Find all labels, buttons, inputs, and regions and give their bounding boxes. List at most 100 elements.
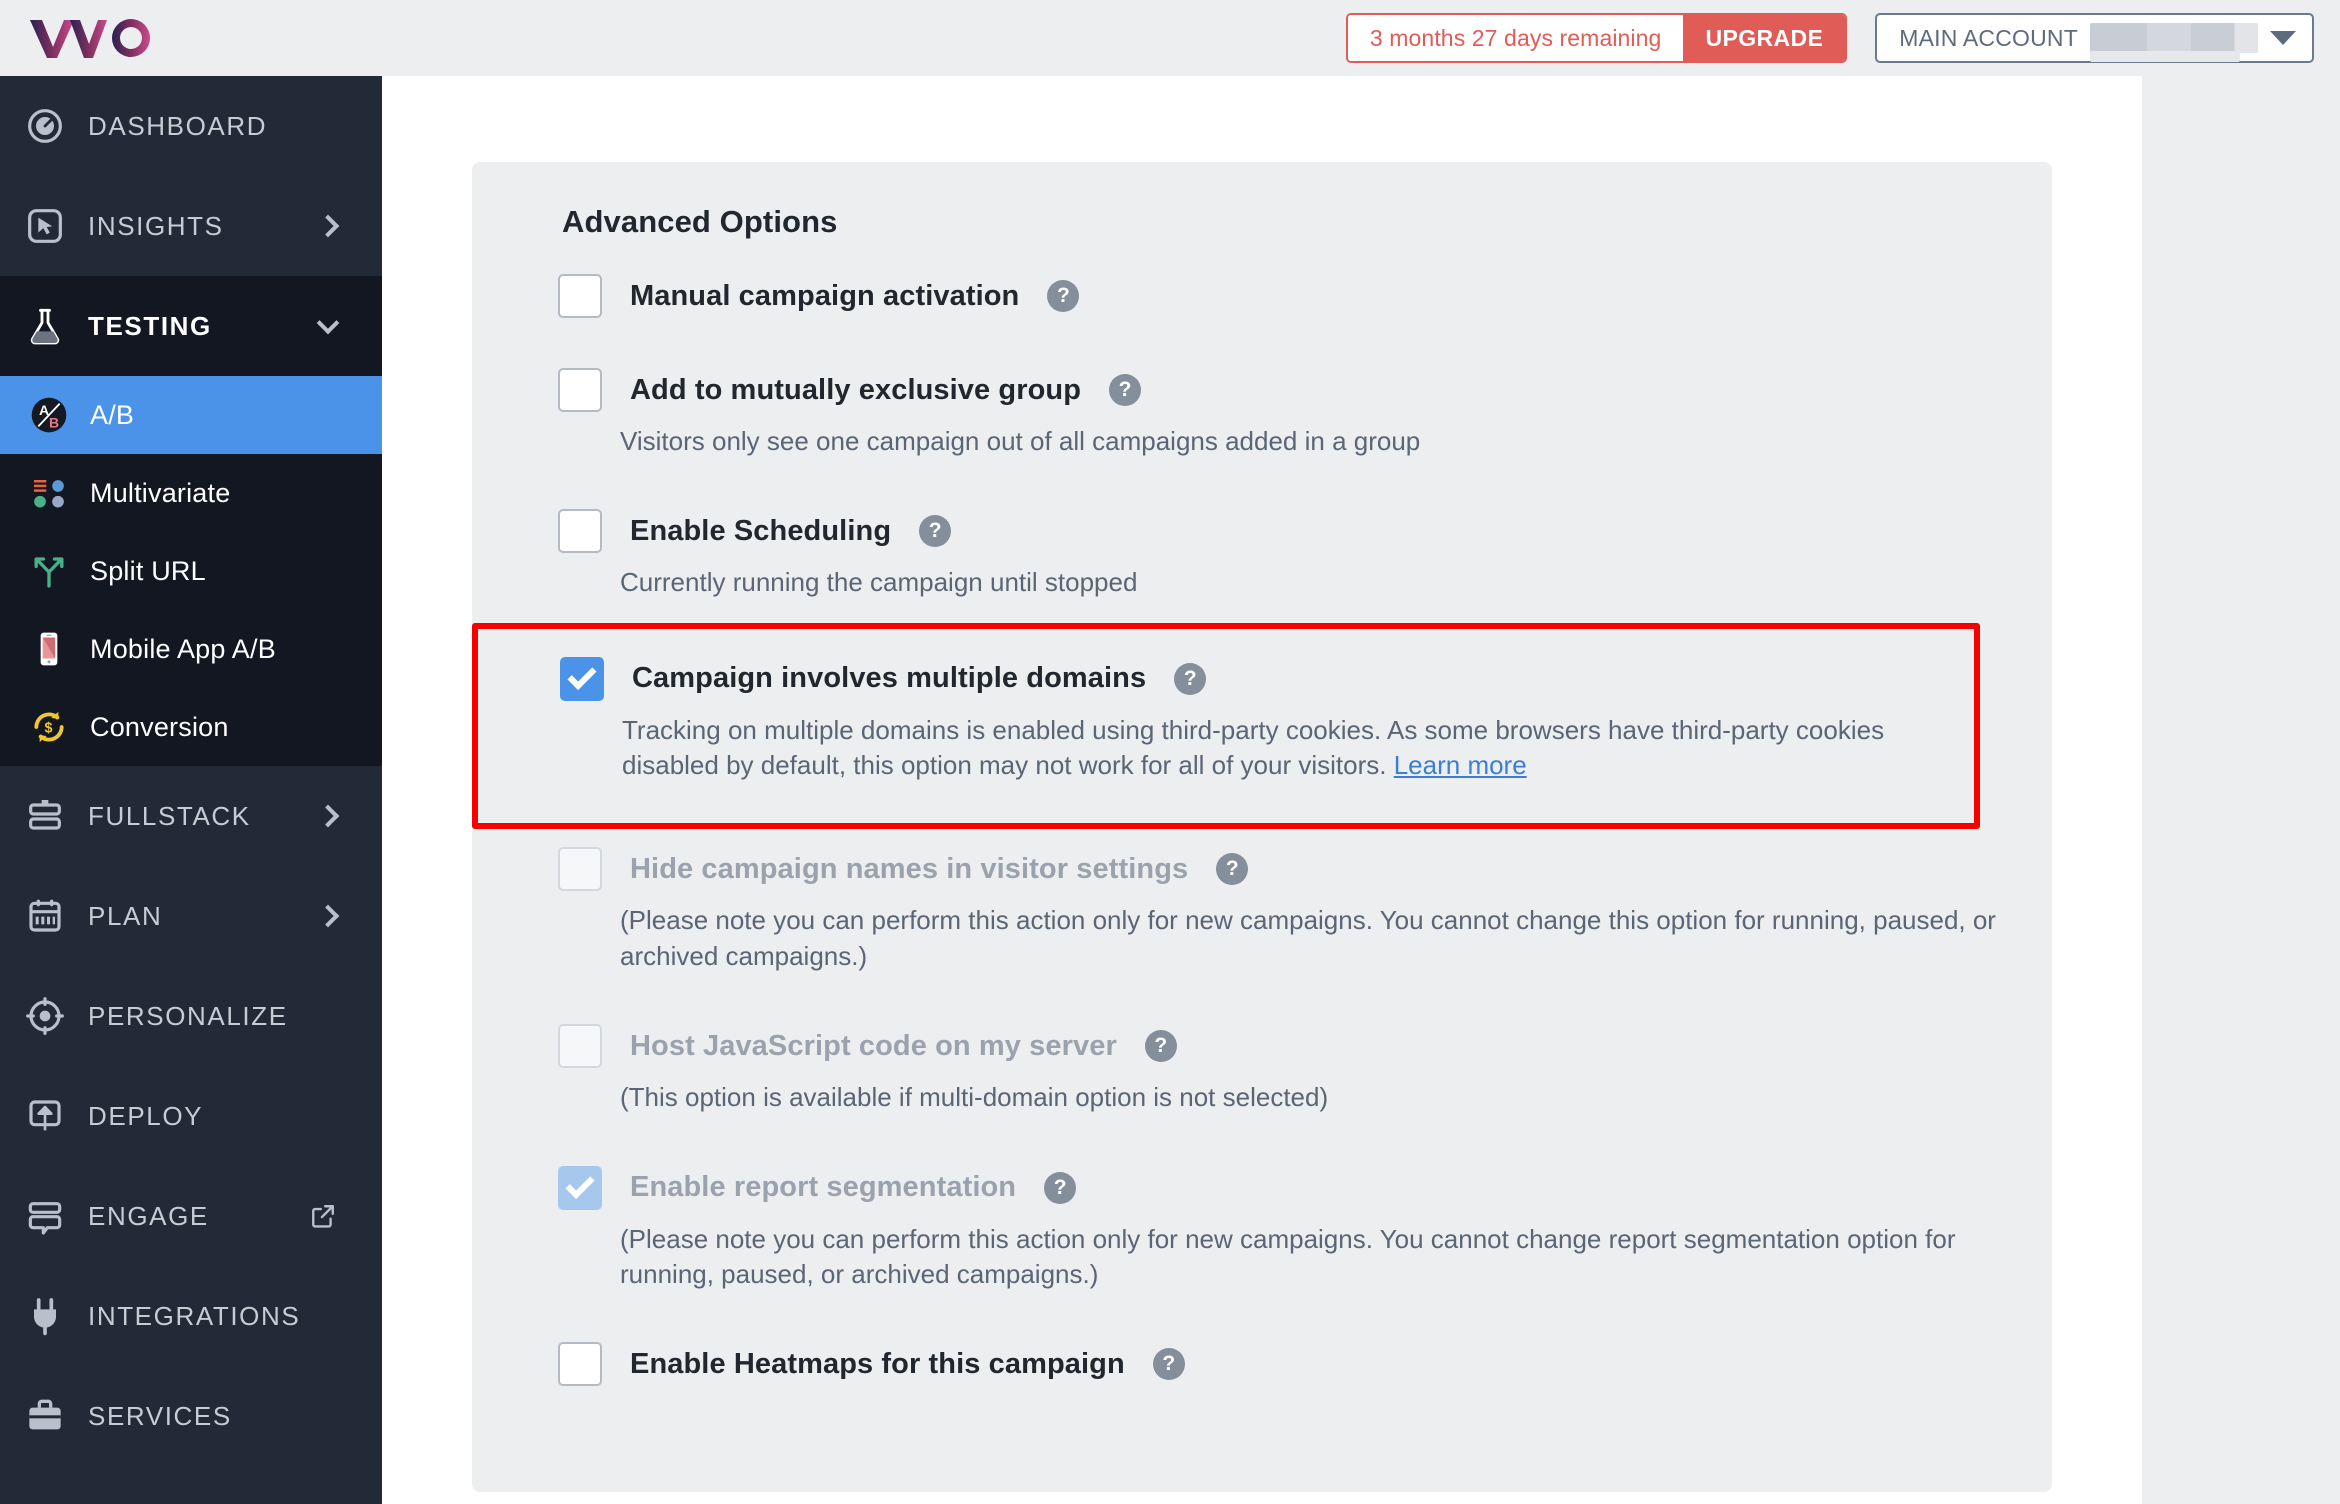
top-bar: 3 months 27 days remaining UPGRADE MAIN … [0, 0, 2340, 76]
help-icon[interactable]: ? [1047, 280, 1080, 312]
upgrade-button[interactable]: UPGRADE [1683, 15, 1846, 61]
sidebar-item-label: INSIGHTS [88, 210, 224, 241]
checkbox-enable-heatmaps[interactable] [558, 1342, 602, 1387]
sidebar-item-label: FULLSTACK [88, 800, 251, 831]
option-description: Currently running the campaign until sto… [620, 567, 1138, 598]
sidebar-item-label: INTEGRATIONS [88, 1300, 301, 1331]
help-icon[interactable]: ? [919, 515, 952, 548]
calendar-icon [24, 895, 66, 937]
option-label: Host JavaScript code on my server [630, 1029, 1117, 1062]
account-selector[interactable]: MAIN ACCOUNT [1875, 13, 2314, 63]
sidebar-item-label: Conversion [90, 711, 229, 742]
sidebar-item-multivariate[interactable]: Multivariate [0, 454, 382, 532]
split-url-icon [28, 550, 70, 592]
sidebar-item-mobile-app-ab[interactable]: Mobile App A/B [0, 610, 382, 688]
option-label: Enable report segmentation [630, 1171, 1017, 1204]
option-manual-campaign-activation: Manual campaign activation ? [558, 274, 2052, 328]
sidebar-item-services[interactable]: SERVICES [0, 1366, 382, 1466]
sidebar-item-plan[interactable]: PLAN [0, 866, 382, 966]
mobile-phone-icon [28, 628, 70, 670]
option-hide-campaign-names: Hide campaign names in visitor settings … [558, 847, 2052, 984]
fullstack-icon [24, 795, 66, 837]
options-list: Manual campaign activation ? Add to mutu… [472, 240, 2052, 1396]
page-title: Advanced Options [562, 204, 838, 239]
sidebar-item-dashboard[interactable]: DASHBOARD [0, 76, 382, 176]
sidebar-item-label: Mobile App A/B [90, 633, 276, 664]
option-multiple-domains: Campaign involves multiple domains ? Tra… [560, 656, 1974, 794]
deploy-icon [24, 1095, 66, 1137]
checkbox-mutually-exclusive-group[interactable] [558, 368, 602, 412]
engage-icon [24, 1195, 66, 1237]
option-label: Enable Heatmaps for this campaign [630, 1347, 1125, 1380]
help-icon[interactable]: ? [1152, 1348, 1185, 1381]
sidebar-section-testing: TESTING AB A/B Multivariate Split URL Mo… [0, 276, 382, 766]
option-host-javascript: Host JavaScript code on my server ? (Thi… [558, 1024, 2052, 1125]
top-bar-right: 3 months 27 days remaining UPGRADE MAIN … [1345, 13, 2340, 63]
account-name-redacted [2090, 23, 2258, 62]
sidebar-item-personalize[interactable]: PERSONALIZE [0, 966, 382, 1066]
briefcase-icon [24, 1395, 66, 1437]
help-icon[interactable]: ? [1216, 853, 1249, 886]
insights-icon [24, 205, 66, 247]
multivariate-icon [28, 472, 70, 514]
sidebar-item-integrations[interactable]: INTEGRATIONS [0, 1266, 382, 1366]
sidebar-item-label: Multivariate [90, 477, 231, 508]
vwo-logo-icon [30, 19, 150, 58]
sidebar-item-deploy[interactable]: DEPLOY [0, 1066, 382, 1166]
option-description: (This option is available if multi-domai… [620, 1082, 1329, 1113]
checkbox-hide-campaign-names[interactable] [558, 847, 602, 892]
chevron-right-icon [316, 804, 340, 828]
external-link-icon [310, 1203, 336, 1229]
sidebar-item-label: A/B [90, 399, 135, 430]
option-description: Visitors only see one campaign out of al… [620, 426, 1421, 456]
sidebar-item-label: DEPLOY [88, 1100, 204, 1131]
sidebar-item-ab[interactable]: AB A/B [0, 376, 382, 454]
sidebar-item-label: DASHBOARD [88, 110, 268, 141]
chevron-down-icon [2270, 31, 2296, 45]
option-description: (Please note you can perform this action… [620, 905, 1996, 971]
advanced-options-header[interactable]: Advanced Options [472, 162, 2052, 240]
help-icon[interactable]: ? [1174, 662, 1207, 695]
checkbox-host-javascript[interactable] [558, 1024, 602, 1069]
sidebar-item-split-url[interactable]: Split URL [0, 532, 382, 610]
conversion-icon: $ [28, 706, 70, 748]
option-label: Manual campaign activation [630, 279, 1020, 312]
dashboard-icon [24, 105, 66, 147]
help-icon[interactable]: ? [1144, 1030, 1177, 1063]
sidebar: DASHBOARD INSIGHTS TESTING AB A/B Multiv… [0, 76, 382, 1504]
option-description: (Please note you can perform this action… [620, 1223, 1956, 1289]
sidebar-item-insights[interactable]: INSIGHTS [0, 176, 382, 276]
svg-text:B: B [49, 414, 59, 430]
sidebar-item-label: ENGAGE [88, 1200, 209, 1231]
help-icon[interactable]: ? [1044, 1171, 1077, 1204]
chevron-down-icon [316, 311, 340, 335]
sidebar-item-label: TESTING [88, 310, 212, 341]
option-description-text: Tracking on multiple domains is enabled … [622, 714, 1885, 781]
option-mutually-exclusive-group: Add to mutually exclusive group ? Visito… [558, 368, 2052, 469]
checkbox-manual-campaign-activation[interactable] [558, 274, 602, 318]
checkbox-multiple-domains[interactable] [560, 656, 604, 701]
option-report-segmentation: Enable report segmentation ? (Please not… [558, 1165, 2052, 1303]
trial-remaining-text: 3 months 27 days remaining [1347, 15, 1684, 61]
advanced-options-panel: Advanced Options Manual campaign activat… [472, 162, 2052, 1492]
checkbox-enable-scheduling[interactable] [558, 509, 602, 554]
sidebar-item-testing[interactable]: TESTING [0, 276, 382, 376]
help-icon[interactable]: ? [1109, 374, 1142, 406]
option-enable-scheduling: Enable Scheduling ? Currently running th… [558, 509, 2052, 610]
sidebar-item-label: Split URL [90, 555, 206, 586]
sidebar-item-conversion[interactable]: $ Conversion [0, 688, 382, 766]
ab-test-icon: AB [28, 394, 70, 436]
svg-text:$: $ [45, 721, 53, 737]
option-label: Enable Scheduling [630, 514, 892, 547]
sidebar-item-engage[interactable]: ENGAGE [0, 1166, 382, 1266]
learn-more-link[interactable]: Learn more [1394, 750, 1527, 780]
option-enable-heatmaps: Enable Heatmaps for this campaign ? [558, 1342, 2052, 1396]
vwo-logo[interactable] [0, 0, 382, 76]
sidebar-item-fullstack[interactable]: FULLSTACK [0, 766, 382, 866]
option-label: Campaign involves multiple domains [632, 662, 1147, 695]
account-label: MAIN ACCOUNT [1899, 24, 2078, 51]
checkbox-report-segmentation[interactable] [558, 1165, 602, 1210]
plug-icon [24, 1295, 66, 1337]
app-root: 3 months 27 days remaining UPGRADE MAIN … [0, 0, 2340, 1504]
sidebar-item-label: PLAN [88, 900, 163, 931]
